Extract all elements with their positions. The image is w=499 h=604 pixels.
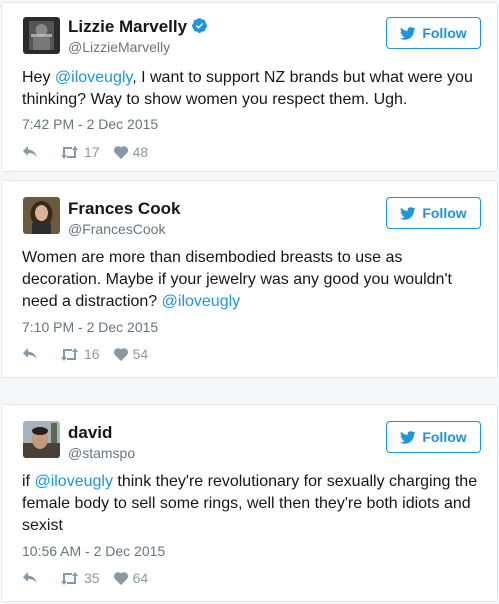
user-info: david @stamspo — [68, 423, 135, 462]
tweet-actions: 16 54 — [22, 346, 148, 362]
display-name[interactable]: Lizzie Marvelly — [68, 17, 187, 37]
follow-label: Follow — [422, 205, 467, 221]
mention-link[interactable]: @iloveugly — [55, 69, 132, 86]
avatar[interactable] — [23, 197, 60, 234]
timestamp[interactable]: 7:10 PM - 2 Dec 2015 — [22, 319, 158, 335]
reply-button[interactable] — [22, 571, 38, 585]
retweet-button[interactable]: 35 — [60, 570, 100, 586]
reply-button[interactable] — [22, 145, 38, 159]
mention-link[interactable]: @iloveugly — [162, 293, 241, 310]
retweet-icon — [61, 347, 78, 361]
user-info: Lizzie Marvelly @LizzieMarvelly — [68, 17, 208, 56]
like-button[interactable]: 48 — [113, 144, 149, 160]
heart-icon — [113, 571, 128, 585]
follow-button[interactable]: Follow — [386, 197, 481, 229]
bird-icon — [400, 26, 416, 40]
tweet-text-part: if — [22, 473, 35, 490]
like-count: 64 — [132, 570, 149, 586]
handle[interactable]: @FrancesCook — [68, 220, 180, 238]
follow-label: Follow — [422, 25, 467, 41]
tweet-text: Women are more than disembodied breasts … — [22, 247, 485, 313]
like-button[interactable]: 64 — [113, 570, 149, 586]
handle[interactable]: @LizzieMarvelly — [68, 38, 208, 56]
reply-icon — [23, 348, 37, 359]
display-name[interactable]: david — [68, 423, 112, 443]
user-info: Frances Cook @FrancesCook — [68, 199, 180, 238]
bird-icon — [400, 430, 416, 444]
tweet-card: david @stamspo Follow if @iloveugly thin… — [1, 404, 498, 602]
follow-label: Follow — [422, 429, 467, 445]
retweet-icon — [61, 571, 78, 585]
tweet-text: Hey @iloveugly, I want to support NZ bra… — [22, 67, 485, 111]
verified-badge-icon — [191, 17, 208, 34]
retweet-count: 35 — [84, 570, 100, 586]
retweet-button[interactable]: 16 — [60, 346, 100, 362]
like-button[interactable]: 54 — [113, 346, 149, 362]
bird-icon — [400, 206, 416, 220]
like-count: 54 — [132, 346, 149, 362]
avatar[interactable] — [23, 17, 60, 54]
tweet-actions: 35 64 — [22, 570, 148, 586]
display-name[interactable]: Frances Cook — [68, 199, 180, 219]
heart-icon — [113, 145, 128, 159]
reply-button[interactable] — [22, 347, 38, 361]
heart-icon — [113, 347, 128, 361]
mention-link[interactable]: @iloveugly — [34, 473, 113, 490]
retweet-button[interactable]: 17 — [60, 144, 100, 160]
retweet-count: 17 — [84, 144, 100, 160]
follow-button[interactable]: Follow — [386, 17, 481, 49]
timestamp[interactable]: 10:56 AM - 2 Dec 2015 — [22, 543, 165, 559]
reply-icon — [23, 572, 37, 583]
tweet-actions: 17 48 — [22, 144, 148, 160]
retweet-icon — [61, 145, 78, 159]
retweet-count: 16 — [84, 346, 100, 362]
avatar[interactable] — [23, 421, 60, 458]
tweet-text-part: Hey — [22, 69, 55, 86]
like-count: 48 — [132, 144, 149, 160]
tweet-card: Lizzie Marvelly @LizzieMarvelly Follow H… — [1, 2, 498, 172]
tweet-text: if @iloveugly think they're revolutionar… — [22, 471, 485, 537]
handle[interactable]: @stamspo — [68, 444, 135, 462]
follow-button[interactable]: Follow — [386, 421, 481, 453]
reply-icon — [23, 146, 37, 157]
tweet-card: Frances Cook @FrancesCook Follow Women a… — [1, 180, 498, 378]
timestamp[interactable]: 7:42 PM - 2 Dec 2015 — [22, 116, 158, 132]
